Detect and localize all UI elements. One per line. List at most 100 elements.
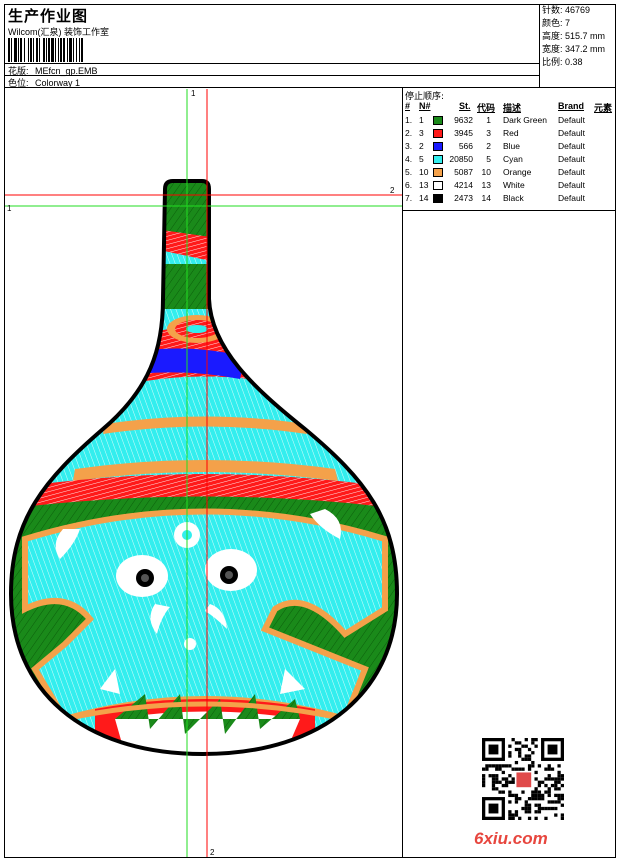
qr-module [554,777,558,781]
qr-module [511,793,515,798]
qr-module [485,764,489,768]
qr-module [534,810,538,814]
qr-module [498,780,502,784]
qr-module [514,800,519,804]
qr-finder [547,744,558,755]
qr-module [537,764,542,768]
qr-module [557,770,561,775]
qr-module [511,777,515,781]
stop-sequence-row: 1. 1 9632 1 Dark Green Default [403,114,617,127]
row-code: 14 [481,193,491,203]
col-code: 代码 [477,103,496,113]
qr-module [527,754,532,758]
qr-module [537,783,542,788]
row-brand: Default [558,193,585,203]
qr-module [501,764,505,768]
qr-module [554,783,558,788]
qr-module [527,810,532,814]
qr-module [524,800,528,804]
qr-module [554,800,558,804]
qr-module [511,738,515,742]
qr-module [514,767,519,771]
color-swatch [433,194,443,203]
qr-module [482,783,486,788]
qr-module [508,813,512,817]
qr-module [501,777,505,781]
qr-module [514,760,519,765]
row-brand: Default [558,167,585,177]
qr-module [518,741,522,745]
qr-module [508,810,512,814]
qr-module [557,764,561,768]
row-code: 10 [481,167,491,177]
qr-module [491,780,496,784]
divider [4,75,540,76]
row-description: White [503,180,525,190]
qr-module [534,797,538,801]
qr-module [550,800,555,804]
qr-finder [488,744,499,755]
row-stitches: 20850 [449,154,473,164]
guide-label-top-green: 1 [191,89,196,98]
row-code: 1 [486,115,491,125]
row-index: 2. [405,128,413,138]
row-index: 3. [405,141,413,151]
qr-module [557,793,561,798]
vase-body [11,181,397,754]
qr-module [544,806,548,811]
col-n: N# [419,101,431,111]
qr-module [560,777,564,781]
sheet-header: 生产作业图 Wilcom(汇泉) 装饰工作室 花版: MEfcn_gp.EMB … [4,4,616,88]
stop-sequence-row: 5. 10 5087 10 Orange Default [403,166,617,179]
sheet-title: 生产作业图 [8,7,89,25]
qr-module [537,780,542,784]
qr-module [524,738,528,742]
qr-module [537,806,542,811]
qr-module [547,764,551,768]
qr-module [541,806,545,811]
qr-module [527,816,532,820]
qr-module [491,783,496,788]
stop-sequence-row: 3. 2 566 2 Blue Default [403,140,617,153]
col-num: # [405,101,411,111]
qr-module [531,751,535,755]
qr-module [547,767,551,771]
qr-module [527,757,532,761]
colorway-label: 色位: [8,78,29,88]
qr-module [524,754,528,758]
row-description: Black [503,193,524,203]
qr-module [554,806,558,811]
row-code: 3 [486,128,491,138]
studio-name: Wilcom(汇泉) 装饰工作室 [8,27,109,37]
stat-stitches: 针数: 46769 [542,5,591,15]
qr-module [534,787,538,791]
qr-module [531,793,535,798]
qr-module [557,797,561,801]
qr-module [550,777,555,781]
qr-module [514,813,519,817]
qr-module [511,767,515,771]
qr-module [550,767,555,771]
row-needle: 14 [419,193,429,203]
qr-module [534,770,538,775]
qr-module [541,797,545,801]
qr-module [524,810,528,814]
qr-module [511,813,515,817]
qr-module [537,790,542,794]
qr-module [527,806,532,811]
row-needle: 3 [419,128,424,138]
qr-module [504,783,509,788]
qr-module [501,770,505,775]
qr-module [518,751,522,755]
qr-module [537,803,542,807]
qr-module [524,744,528,748]
qr-module [508,751,512,755]
qr-module [518,767,522,771]
qr-module [508,780,512,784]
row-brand: Default [558,154,585,164]
qr-module [541,793,545,798]
qr-module [537,793,542,798]
stat-height: 高度: 515.7 mm [542,31,606,41]
qr-module [560,774,564,778]
qr-module [527,797,532,801]
